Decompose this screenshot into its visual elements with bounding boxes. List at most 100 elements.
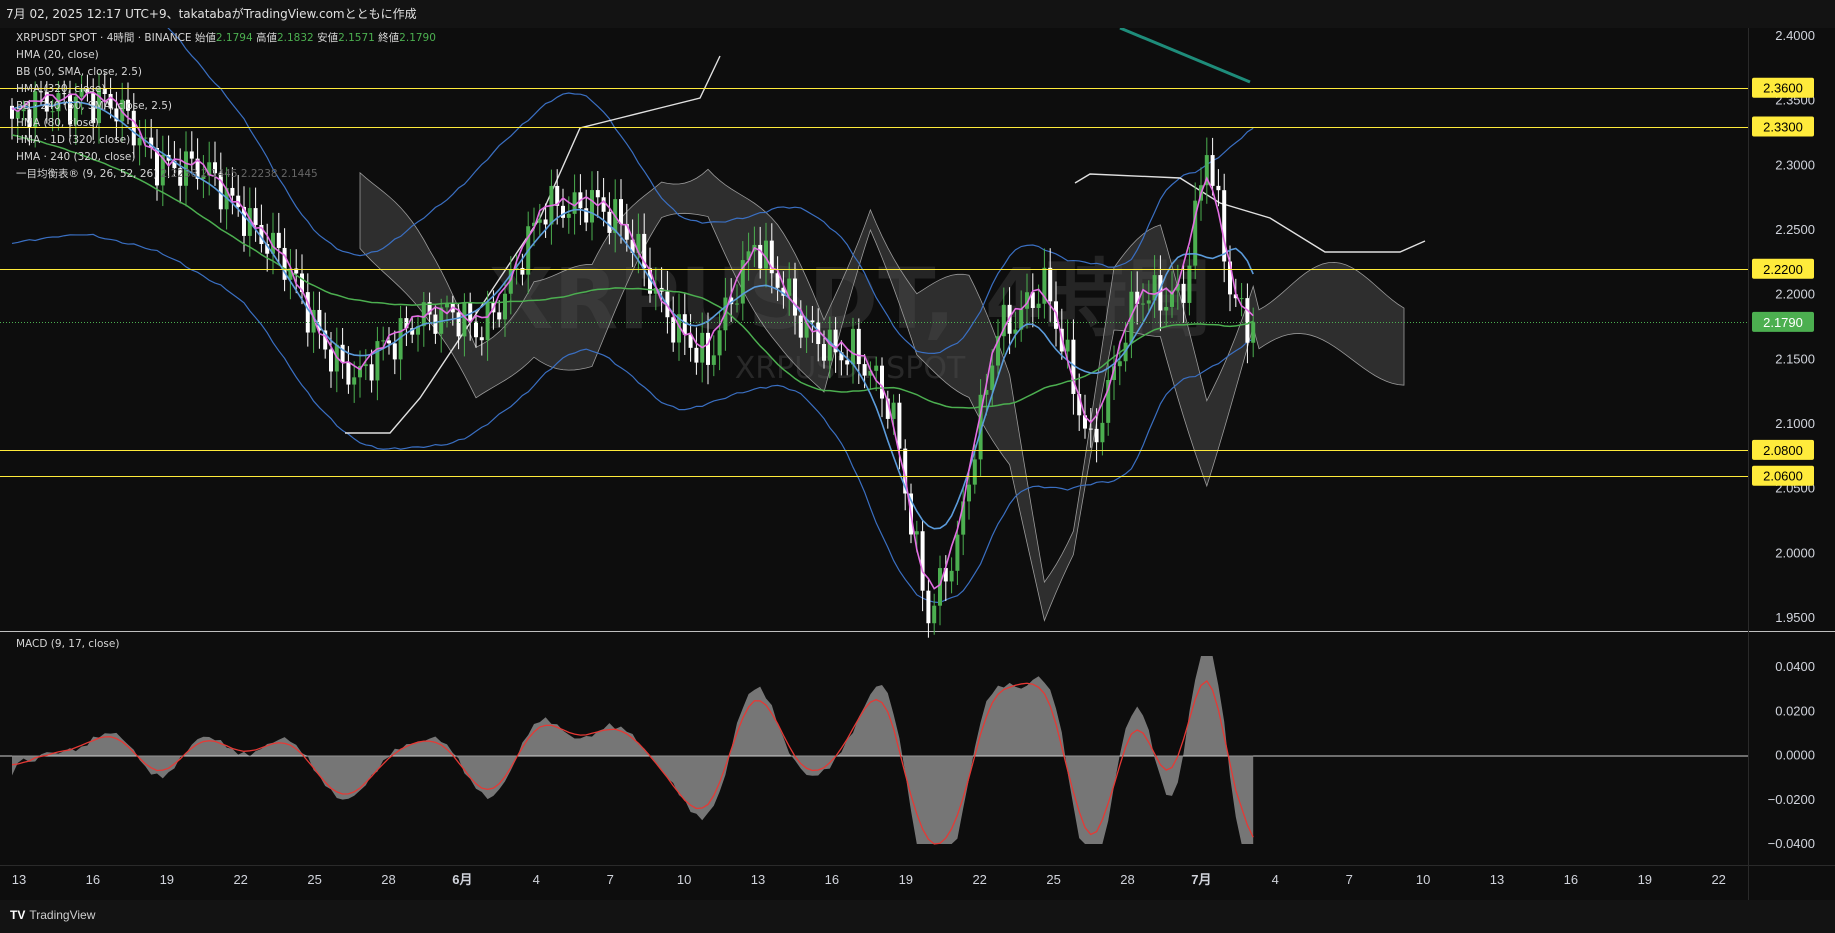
candle-body: [462, 302, 467, 337]
legend-indicator[interactable]: HMA · 240 (320, close): [16, 149, 436, 166]
candle-body: [607, 211, 612, 233]
candle-body: [1094, 428, 1099, 443]
legend-indicator[interactable]: HMA (20, close): [16, 47, 436, 64]
candle-body: [474, 321, 478, 338]
candle-body: [537, 219, 542, 223]
legend-symbol[interactable]: XRPUSDT SPOT · 4時間 · BINANCE: [16, 32, 192, 44]
price-tick-label: 2.4000: [1775, 28, 1815, 43]
candle-body: [793, 278, 797, 316]
time-tick-label: 4: [533, 872, 540, 887]
legend-indicator[interactable]: HMA (80, close): [16, 115, 436, 132]
legend-close-value: 2.1790: [399, 32, 436, 44]
legend-close-label: 終値: [378, 32, 400, 44]
time-tick-label: 19: [160, 872, 174, 887]
candle-body: [1164, 306, 1169, 311]
price-tick-label: 2.0000: [1775, 545, 1815, 560]
candle-body: [1088, 428, 1093, 430]
price-tick-label: 2.2500: [1775, 222, 1815, 237]
candle-body: [619, 199, 623, 224]
candle-body: [369, 364, 374, 381]
candle-body: [566, 213, 571, 218]
time-tick-label: 22: [972, 872, 986, 887]
price-tick-label: 2.2000: [1775, 287, 1815, 302]
legend-indicator[interactable]: BB (50, SMA, close, 2.5): [16, 64, 436, 81]
candle-body: [1216, 185, 1221, 191]
legend-ichimoku-row: 一目均衡表® (9, 26, 52, 26) 2.2238 2.1445 2.2…: [16, 166, 436, 183]
candle-body: [1251, 321, 1256, 343]
legend-indicator[interactable]: HMA (320, close): [16, 81, 436, 98]
time-tick-label: 16: [1564, 872, 1578, 887]
candle-body: [914, 531, 919, 535]
candle-body: [1117, 361, 1122, 367]
candle-body: [862, 364, 867, 376]
candle-body: [595, 190, 600, 198]
candle-body: [880, 365, 884, 399]
time-tick-label: 28: [1120, 872, 1134, 887]
legend-indicator[interactable]: HMA · 1D (320, close): [16, 132, 436, 149]
candle-body: [810, 320, 815, 323]
candle-body: [955, 534, 960, 571]
price-tick-label: 2.3000: [1775, 157, 1815, 172]
price-tick-label: 2.1500: [1775, 351, 1815, 366]
time-tick-label: 10: [677, 872, 691, 887]
legend-low-value: 2.1571: [338, 32, 375, 44]
candle-body: [711, 355, 716, 365]
time-tick-label: 22: [233, 872, 247, 887]
time-tick-label: 4: [1272, 872, 1279, 887]
tradingview-logo[interactable]: TV TradingView: [10, 908, 95, 922]
candle-body: [1065, 339, 1070, 352]
macd-tick-label: 0.0000: [1775, 748, 1815, 763]
candle-body: [1210, 155, 1215, 186]
candle-body: [735, 303, 739, 305]
candle-body: [717, 330, 722, 356]
tradingview-logo-text: TradingView: [29, 908, 96, 922]
macd-tick-label: 0.0200: [1775, 703, 1815, 718]
candle-body: [1245, 298, 1250, 343]
bottom-bar: [0, 900, 1835, 933]
legend-ichimoku-value: 2.2238: [160, 168, 198, 180]
candle-body: [967, 484, 971, 502]
candle-body: [920, 531, 925, 591]
candle-body: [706, 332, 710, 365]
candle-body: [445, 303, 449, 308]
macd-title[interactable]: MACD (9, 17, close): [16, 638, 119, 650]
candle-body: [926, 590, 931, 624]
legend-indicator[interactable]: BB · 240 (50, SMA, close, 2.5): [16, 98, 436, 115]
legend-high-value: 2.1832: [276, 32, 314, 44]
level-price-badge: 2.2200: [1763, 262, 1803, 277]
candle-body: [340, 344, 345, 363]
legend-low-label: 安値: [317, 32, 339, 44]
candle-body: [1048, 267, 1053, 302]
time-tick-label: 7月: [1191, 872, 1211, 887]
candle-body: [1141, 303, 1145, 305]
time-tick-label: 19: [1638, 872, 1652, 887]
level-price-badge: 2.0600: [1763, 469, 1803, 484]
macd-tick-label: 0.0400: [1775, 659, 1815, 674]
current-price-badge: 2.1790: [1763, 315, 1803, 330]
candle-body: [972, 459, 977, 485]
candle-body: [990, 365, 995, 391]
candle-body: [798, 315, 803, 338]
time-tick-label: 7: [1346, 872, 1353, 887]
candle-body: [949, 570, 954, 582]
candle-body: [468, 302, 473, 322]
time-tick-label: 28: [381, 872, 395, 887]
candle-body: [503, 293, 507, 320]
candle-body: [230, 187, 235, 196]
candle-body: [856, 328, 861, 365]
candle-body: [381, 340, 386, 342]
legend-open-value: 2.1794: [215, 32, 253, 44]
candle-body: [329, 349, 333, 372]
time-tick-label: 16: [86, 872, 100, 887]
legend-indicator[interactable]: 一目均衡表® (9, 26, 52, 26): [16, 168, 157, 180]
candle-body: [764, 240, 768, 269]
candle-body: [375, 341, 380, 381]
time-tick-label: 16: [825, 872, 839, 887]
candle-body: [874, 365, 879, 371]
candle-body: [520, 267, 525, 275]
chart-legend: XRPUSDT SPOT · 4時間 · BINANCE 始値2.1794 高値…: [16, 30, 436, 183]
candle-body: [590, 190, 594, 223]
price-tick-label: 1.9500: [1775, 610, 1815, 625]
price-tick-label: 2.1000: [1775, 416, 1815, 431]
candle-body: [694, 347, 699, 363]
